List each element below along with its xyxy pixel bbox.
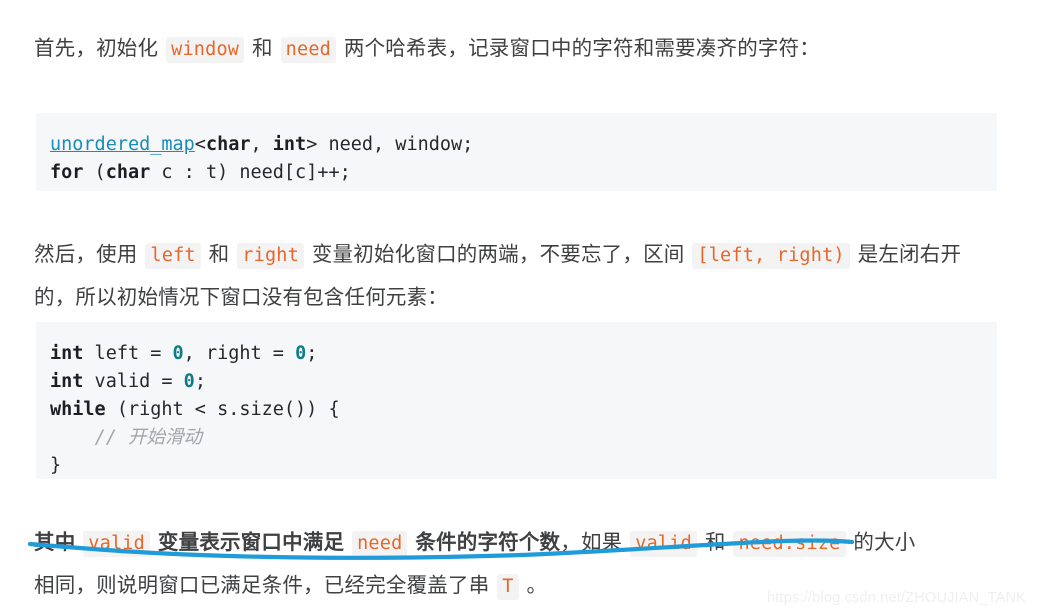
code-token-punct: valid = xyxy=(83,371,184,392)
code-token-number: 0 xyxy=(295,343,307,364)
inline-code-interval: [left, right) xyxy=(692,242,850,269)
code-token-number: 0 xyxy=(172,343,184,364)
inline-code-valid-1: valid xyxy=(83,530,150,557)
inline-code-need: need xyxy=(280,36,336,63)
paragraph-1-text-1: 首先，初始化 xyxy=(34,36,165,60)
code-token-punct: ; xyxy=(194,371,206,392)
code-token-keyword: for xyxy=(50,162,84,183)
paragraph-3-text-7: 。 xyxy=(520,573,548,597)
inline-code-need-2: need xyxy=(352,530,408,557)
code-line: } xyxy=(50,452,997,479)
paragraph-3-text-3: 条件的字符个数 xyxy=(409,530,561,554)
code-token-keyword: int xyxy=(50,343,84,364)
code-token-comment: // 开始滑动 xyxy=(94,427,202,448)
paragraph-intro: 首先，初始化 window 和 need 两个哈希表，记录窗口中的字符和需要凑齐… xyxy=(34,27,994,70)
paragraph-3-text-4: ，如果 xyxy=(560,530,629,554)
inline-code-window: window xyxy=(166,36,245,63)
code-line: while (right < s.size()) { xyxy=(50,396,997,424)
code-token-punct: , xyxy=(250,134,273,155)
code-token-punct: ( xyxy=(83,162,106,183)
code-line: int valid = 0; xyxy=(50,368,997,396)
paragraph-left-right: 然后，使用 left 和 right 变量初始化窗口的两端，不要忘了，区间 [l… xyxy=(34,233,994,319)
code-token-keyword: int xyxy=(272,134,307,155)
code-line: int left = 0, right = 0; xyxy=(50,340,997,368)
code-line: for (char c : t) need[c]++; xyxy=(50,159,997,187)
paragraph-2-text-3: 变量初始化窗口的两端，不要忘了，区间 xyxy=(305,242,691,266)
code-token-number: 0 xyxy=(183,371,195,392)
code-token-punct: ; xyxy=(306,343,318,364)
code-token-keyword: char xyxy=(105,162,151,183)
csdn-watermark: https://blog.csdn.net/ZHOUJIAN_TANK xyxy=(767,590,1026,606)
code-token-punct: < xyxy=(194,134,206,155)
paragraph-3-text-5: 和 xyxy=(698,530,732,554)
inline-code-t: T xyxy=(497,573,519,600)
code-line: // 开始滑动 xyxy=(50,424,997,452)
paragraph-3-text-1: 其中 xyxy=(34,530,82,554)
code-token-punct: } xyxy=(50,455,62,476)
code-token-punct: > need, window; xyxy=(306,134,474,155)
code-block-window-loop[interactable]: int left = 0, right = 0; int valid = 0; wh… xyxy=(36,322,997,479)
code-line: unordered_map<char, int> need, window; xyxy=(50,131,997,159)
paragraph-3-text-2: 变量表示窗口中满足 xyxy=(152,530,351,554)
paragraph-2-text-1: 然后，使用 xyxy=(34,242,144,266)
paragraph-1-text-3: 两个哈希表，记录窗口中的字符和需要凑齐的字符： xyxy=(338,36,820,60)
code-token-punct: c : t) need[c]++; xyxy=(150,162,351,183)
code-token-punct: (right < s.size()) { xyxy=(105,399,340,420)
code-token-punct: , right = xyxy=(183,343,296,364)
code-token-keyword: char xyxy=(205,134,251,155)
inline-code-need-size: need.size xyxy=(733,530,846,557)
code-token-keyword: while xyxy=(50,399,106,420)
inline-code-right: right xyxy=(237,242,304,269)
paragraph-1-text-2: 和 xyxy=(246,36,279,60)
paragraph-2-text-2: 和 xyxy=(202,242,236,266)
code-token-punct: left = xyxy=(83,343,173,364)
code-token-type: unordered_map xyxy=(50,134,195,155)
article-page: 首先，初始化 window 和 need 两个哈希表，记录窗口中的字符和需要凑齐… xyxy=(0,0,1040,610)
code-block-hashmap-init[interactable]: unordered_map<char, int> need, window; fo… xyxy=(36,113,997,191)
code-token-keyword: int xyxy=(50,371,84,392)
paragraph-3-bold-run: 其中 valid 变量表示窗口中满足 need 条件的字符个数 xyxy=(34,530,561,557)
inline-code-valid-2: valid xyxy=(630,530,697,557)
inline-code-left: left xyxy=(145,242,201,269)
